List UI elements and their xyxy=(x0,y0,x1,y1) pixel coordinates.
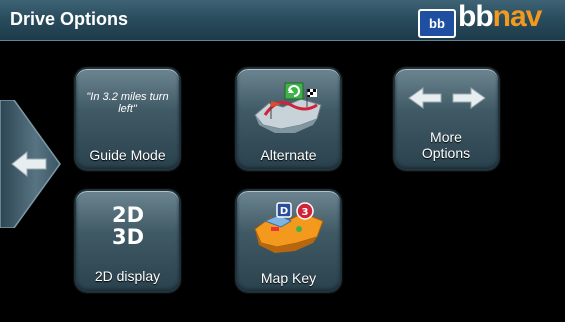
more-options-label: More Options xyxy=(421,129,471,161)
more-options-button[interactable]: More Options xyxy=(394,68,499,170)
logo-badge: bb xyxy=(418,9,456,38)
header-bar: Drive Options bb bbnav xyxy=(0,0,565,41)
icon-3d-text: 3D xyxy=(112,225,144,249)
alternate-button[interactable]: Alternate xyxy=(236,68,341,170)
map-key-icon: D 3 xyxy=(254,202,324,253)
double-arrow-icon xyxy=(408,87,486,109)
alternate-route-map-icon xyxy=(254,82,322,133)
logo-wordmark-bb: bb xyxy=(458,0,494,33)
drive-options-screen: Drive Options bb bbnav "In 3.2 miles tur… xyxy=(0,0,565,322)
map-key-3-badge: 3 xyxy=(302,207,309,218)
guide-mode-button[interactable]: "In 3.2 miles turn left" Guide Mode xyxy=(75,68,180,170)
logo-wordmark: bbnav xyxy=(458,0,543,34)
icon-2d-text: 2D xyxy=(112,203,144,227)
map-key-button[interactable]: D 3 Map Key xyxy=(236,190,341,292)
back-button[interactable] xyxy=(0,100,66,228)
logo-wordmark-nav: nav xyxy=(492,0,543,33)
2d-display-button[interactable]: 2D 3D 2D display xyxy=(75,190,180,292)
guide-sample-text: "In 3.2 miles turn left" xyxy=(86,91,169,115)
guide-mode-label: Guide Mode xyxy=(89,147,166,163)
page-title: Drive Options xyxy=(10,9,129,29)
map-key-label: Map Key xyxy=(260,270,317,286)
bbnav-logo: bb bbnav xyxy=(418,0,565,38)
2d-3d-icon: 2D 3D xyxy=(112,203,144,249)
map-key-d-badge: D xyxy=(280,206,288,217)
alternate-label: Alternate xyxy=(260,147,317,163)
2d-display-label: 2D display xyxy=(94,268,161,284)
